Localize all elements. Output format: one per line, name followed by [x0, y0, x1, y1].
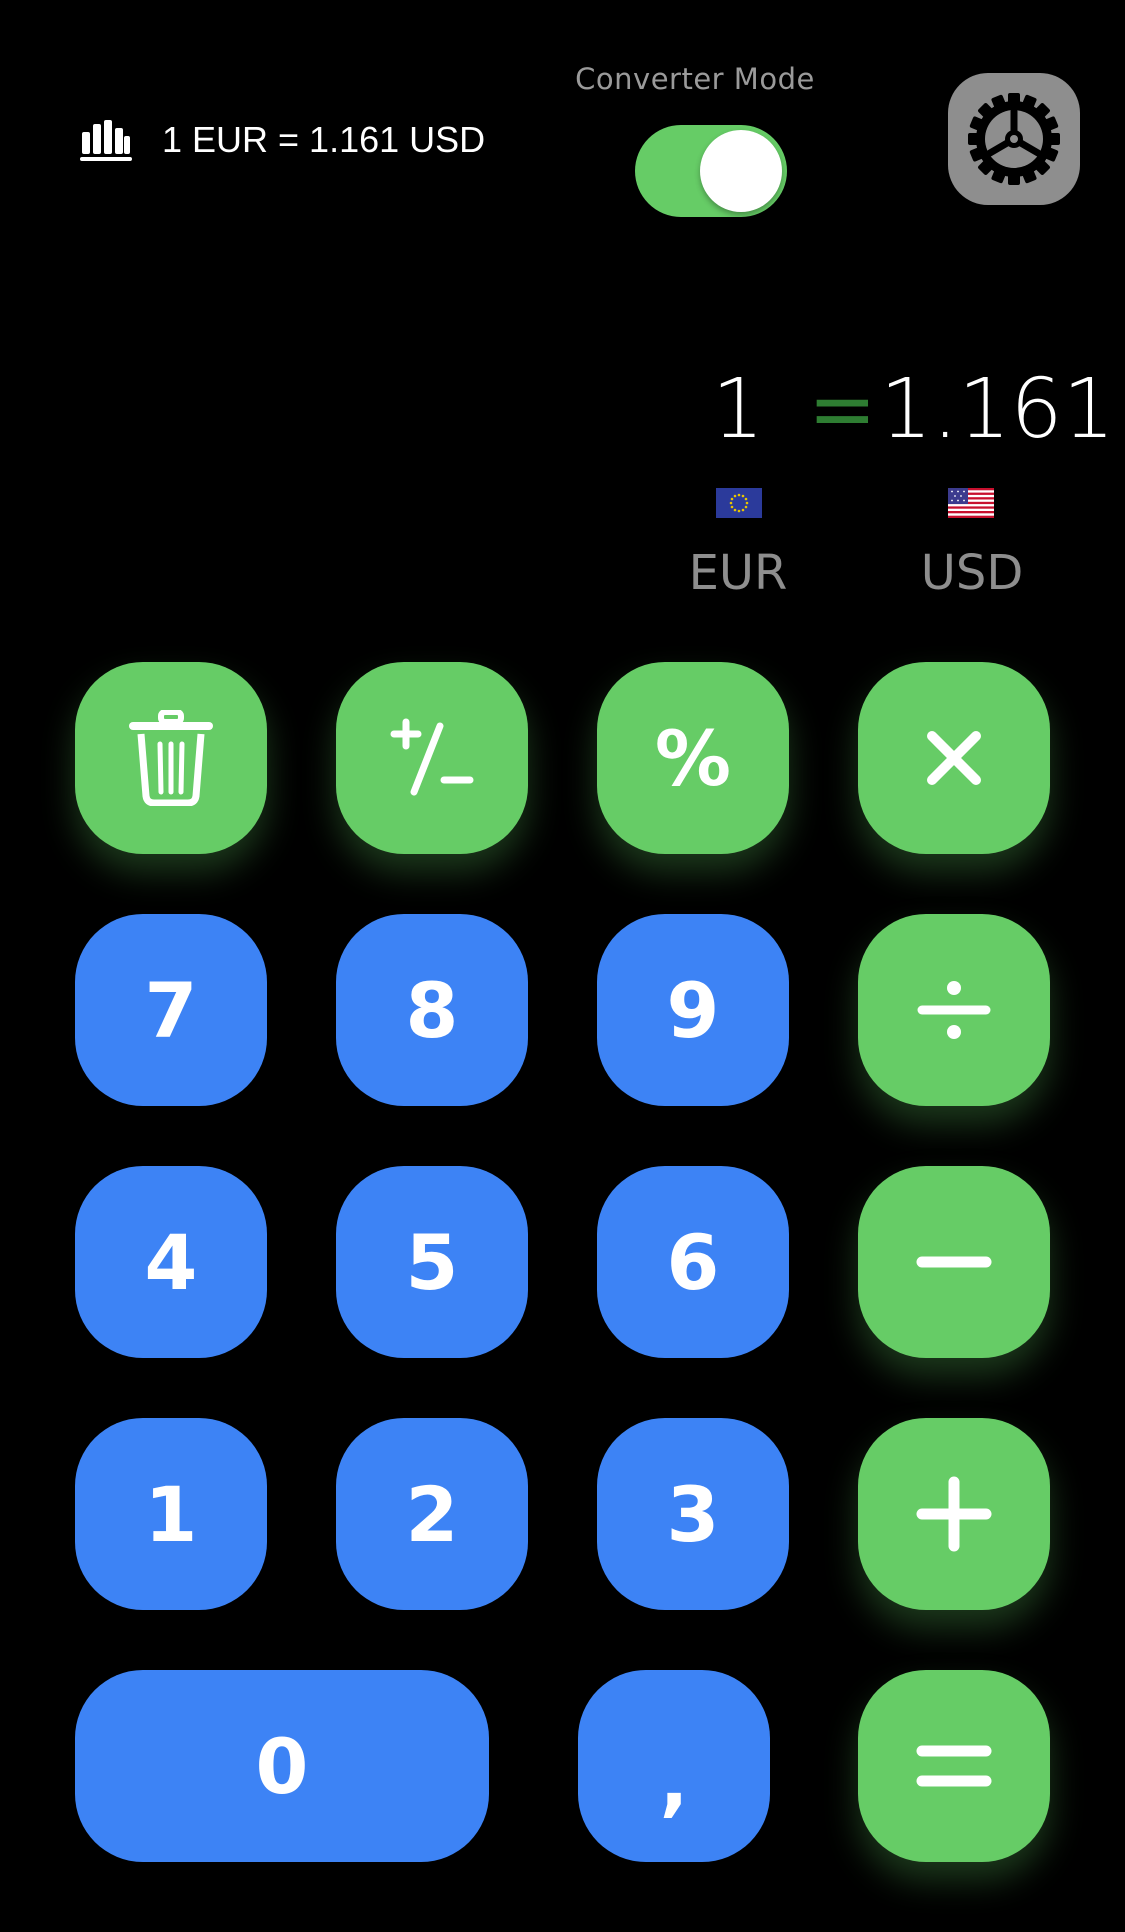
digit-0-button[interactable]: 0 — [75, 1670, 489, 1862]
conversion-equals-sign: = — [808, 362, 877, 457]
exchange-rate-text: 1 EUR = 1.161 USD — [162, 119, 486, 160]
converter-mode-label: Converter Mode — [575, 62, 815, 96]
us-flag-icon[interactable] — [948, 488, 994, 518]
digit-label: 3 — [666, 1469, 720, 1559]
digit-label: 2 — [405, 1469, 459, 1559]
digit-8-button[interactable]: 8 — [336, 914, 528, 1106]
plus-minus-icon — [390, 718, 474, 796]
digit-label: 9 — [666, 965, 720, 1055]
plus-minus-button[interactable] — [336, 662, 528, 854]
comma-label: , — [659, 1735, 689, 1825]
divide-icon — [917, 981, 991, 1039]
converter-mode-toggle[interactable] — [635, 125, 787, 217]
digit-4-button[interactable]: 4 — [75, 1166, 267, 1358]
plus-button[interactable] — [858, 1418, 1050, 1610]
digit-label: 0 — [255, 1721, 309, 1811]
minus-button[interactable] — [858, 1166, 1050, 1358]
digit-2-button[interactable]: 2 — [336, 1418, 528, 1610]
settings-button[interactable] — [948, 73, 1080, 205]
from-currency-label[interactable]: EUR — [678, 545, 798, 601]
digit-5-button[interactable]: 5 — [336, 1166, 528, 1358]
digit-7-button[interactable]: 7 — [75, 914, 267, 1106]
to-currency-label[interactable]: USD — [910, 545, 1034, 601]
percent-button[interactable]: % — [597, 662, 789, 854]
digit-1-button[interactable]: 1 — [75, 1418, 267, 1610]
digit-9-button[interactable]: 9 — [597, 914, 789, 1106]
equals-icon — [916, 1745, 992, 1787]
percent-label: % — [654, 713, 732, 803]
multiply-icon — [927, 731, 981, 785]
digit-3-button[interactable]: 3 — [597, 1418, 789, 1610]
gear-icon — [968, 93, 1060, 185]
digit-label: 5 — [405, 1217, 459, 1307]
digit-label: 8 — [405, 965, 459, 1055]
equals-button[interactable] — [858, 1670, 1050, 1862]
digit-label: 7 — [144, 965, 198, 1055]
trash-icon — [129, 710, 213, 806]
clear-button[interactable] — [75, 662, 267, 854]
decimal-comma-button[interactable]: , — [578, 1670, 770, 1862]
from-amount: 1 — [711, 362, 765, 457]
bar-chart-icon — [80, 120, 132, 161]
minus-icon — [916, 1256, 992, 1268]
digit-label: 4 — [144, 1217, 198, 1307]
toggle-knob — [700, 130, 782, 212]
digit-6-button[interactable]: 6 — [597, 1166, 789, 1358]
plus-icon — [916, 1476, 992, 1552]
digit-label: 1 — [144, 1469, 198, 1559]
multiply-button[interactable] — [858, 662, 1050, 854]
eu-flag-icon[interactable] — [716, 488, 762, 518]
divide-button[interactable] — [858, 914, 1050, 1106]
to-amount: 1.161 — [880, 362, 1115, 457]
exchange-rate-bar[interactable]: 1 EUR = 1.161 USD — [80, 112, 485, 168]
digit-label: 6 — [666, 1217, 720, 1307]
